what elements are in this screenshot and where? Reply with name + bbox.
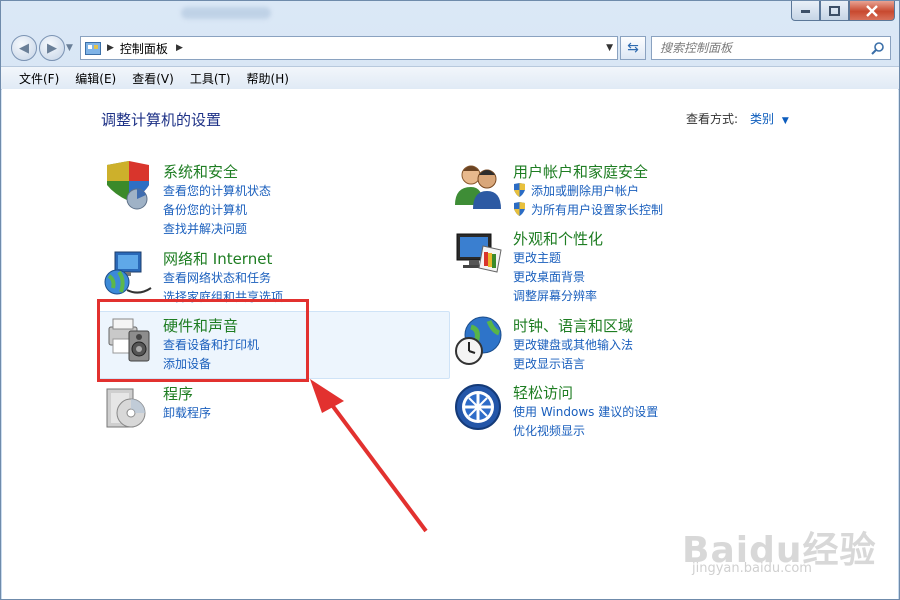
menu-view[interactable]: 查看(V) [124, 70, 182, 87]
uac-shield-icon [514, 183, 525, 197]
link-backup-computer[interactable]: 备份您的计算机 [163, 201, 247, 218]
category-title-ease-of-access[interactable]: 轻松访问 [513, 382, 573, 403]
link-troubleshoot[interactable]: 查找并解决问题 [163, 220, 247, 237]
minimize-icon [801, 9, 810, 13]
navigation-bar: ◀ ▶ ▼ ▶ 控制面板 ▶ ▼ ⇆ [1, 31, 899, 63]
category-ease-of-access: 轻松访问 使用 Windows 建议的设置 优化视频显示 [453, 382, 753, 439]
close-icon [866, 4, 878, 17]
menu-tools[interactable]: 工具(T) [182, 70, 239, 87]
breadcrumb-control-panel[interactable]: 控制面板 [120, 40, 168, 57]
category-clock-language-region: 时钟、语言和区域 更改键盘或其他输入法 更改显示语言 [453, 315, 753, 372]
red-arrow-annotation [310, 379, 428, 533]
category-user-accounts: 用户帐户和家庭安全 添加或删除用户帐户 为所有用户设置家长控制 [453, 161, 753, 218]
link-network-status[interactable]: 查看网络状态和任务 [163, 269, 271, 286]
menu-bar: 文件(F) 编辑(E) 查看(V) 工具(T) 帮助(H) [1, 66, 899, 90]
link-parental-controls[interactable]: 为所有用户设置家长控制 [531, 201, 663, 218]
category-title-programs[interactable]: 程序 [163, 383, 193, 404]
category-title-appearance[interactable]: 外观和个性化 [513, 228, 603, 249]
link-screen-resolution[interactable]: 调整屏幕分辨率 [513, 287, 597, 304]
view-by-label: 查看方式: [686, 112, 739, 126]
users-icon [455, 165, 501, 209]
watermark-url: jingyan.baidu.com [692, 561, 812, 576]
recent-pages-dropdown-icon[interactable]: ▼ [66, 43, 73, 53]
view-by-chevron-icon[interactable]: ▼ [782, 116, 789, 126]
category-system-security: 系统和安全 查看您的计算机状态 备份您的计算机 查找并解决问题 [103, 161, 403, 236]
back-button[interactable]: ◀ [11, 35, 37, 61]
maximize-icon [829, 5, 840, 16]
menu-help[interactable]: 帮助(H) [239, 70, 297, 87]
link-change-theme[interactable]: 更改主题 [513, 249, 561, 266]
address-bar[interactable]: ▶ 控制面板 ▶ ▼ [80, 36, 618, 60]
category-network-internet: 网络和 Internet 查看网络状态和任务 选择家庭组和共享选项 [103, 248, 403, 304]
ease-of-access-icon [455, 384, 501, 430]
search-icon[interactable] [871, 41, 885, 55]
link-change-display-language[interactable]: 更改显示语言 [513, 355, 585, 372]
uac-shield-icon [514, 202, 525, 216]
back-arrow-icon: ◀ [19, 40, 29, 56]
content-area: 调整计算机的设置 查看方式: 类别 ▼ 系统和安全 查看您的计算机状态 备份您的… [2, 89, 898, 599]
view-by-dropdown[interactable]: 类别 ▼ [750, 110, 789, 127]
link-desktop-background[interactable]: 更改桌面背景 [513, 268, 585, 285]
network-globe-icon [104, 251, 152, 295]
minimize-button[interactable] [791, 1, 820, 21]
menu-file[interactable]: 文件(F) [1, 70, 67, 87]
link-optimize-video-display[interactable]: 优化视频显示 [513, 422, 585, 439]
breadcrumb-arrow-icon[interactable]: ▶ [176, 43, 183, 53]
title-bar[interactable] [1, 1, 899, 29]
search-box[interactable] [651, 36, 891, 60]
menu-edit[interactable]: 编辑(E) [67, 70, 124, 87]
maximize-button[interactable] [820, 1, 849, 21]
page-title: 调整计算机的设置 [101, 111, 222, 129]
view-by-value[interactable]: 类别 [750, 112, 774, 126]
link-add-remove-accounts[interactable]: 添加或删除用户帐户 [531, 182, 639, 199]
link-change-input-method[interactable]: 更改键盘或其他输入法 [513, 336, 633, 353]
forward-button[interactable]: ▶ [39, 35, 65, 61]
forward-arrow-icon: ▶ [47, 40, 57, 56]
programs-disc-icon [106, 388, 146, 428]
highlight-box [97, 299, 309, 382]
refresh-button[interactable]: ⇆ [620, 36, 646, 60]
window-title-blurred [181, 7, 271, 19]
category-title-clock-language-region[interactable]: 时钟、语言和区域 [513, 315, 633, 336]
category-title-network-internet[interactable]: 网络和 Internet [163, 248, 272, 269]
address-dropdown-icon[interactable]: ▼ [606, 43, 613, 53]
link-uninstall-program[interactable]: 卸载程序 [163, 404, 211, 421]
link-view-computer-status[interactable]: 查看您的计算机状态 [163, 182, 271, 199]
security-shield-icon [107, 161, 149, 210]
category-title-user-accounts[interactable]: 用户帐户和家庭安全 [513, 161, 648, 182]
close-button[interactable] [849, 1, 895, 21]
control-panel-window: ◀ ▶ ▼ ▶ 控制面板 ▶ ▼ ⇆ 文件(F) 编辑(E) 查看(V) [0, 0, 900, 600]
breadcrumb-separator-icon: ▶ [107, 43, 114, 53]
search-input[interactable] [658, 40, 871, 56]
clock-globe-icon [455, 316, 502, 365]
refresh-icon: ⇆ [627, 40, 639, 56]
category-appearance: 外观和个性化 更改主题 更改桌面背景 调整屏幕分辨率 [453, 228, 753, 303]
control-panel-icon [85, 41, 101, 55]
monitor-palette-icon [456, 233, 502, 273]
link-windows-recommended-settings[interactable]: 使用 Windows 建议的设置 [513, 403, 658, 420]
category-title-system-security[interactable]: 系统和安全 [163, 161, 238, 182]
